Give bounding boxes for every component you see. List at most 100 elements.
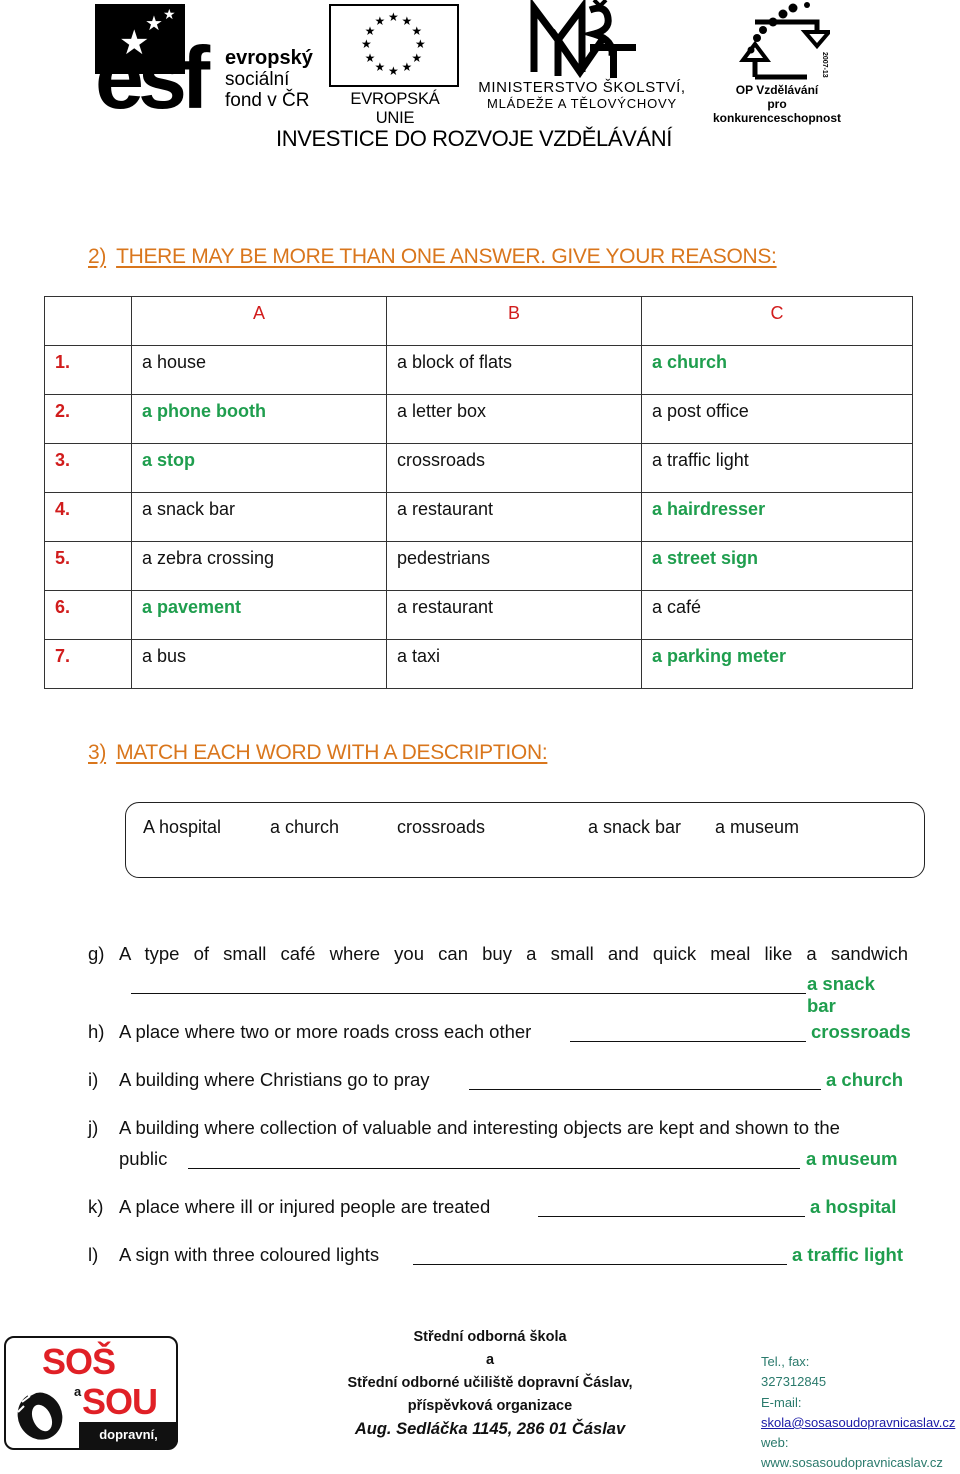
star-icon: ★ [177,3,186,14]
star-icon: ★ [401,60,413,75]
description-item-g: g) A type of small café where you can bu… [88,943,908,1016]
item-text: A building where collection of valuable … [119,1117,840,1138]
item-text: A sign with three coloured lights [119,1244,380,1265]
row-number: 3. [44,443,132,493]
table-row: 4. a snack bar a restaurant a hairdresser [44,492,913,542]
table-row: 6. a pavement a restaurant a café [44,590,913,640]
school-address: Aug. Sedláčka 1145, 286 01 Čáslav [354,1420,626,1438]
esf-logo-text: evropský sociální fond v ČR [225,48,313,112]
esf-line-2: sociální [225,69,290,90]
table-row: 3. a stop crossroads a traffic light [44,443,913,493]
tel-label: Tel., fax: [761,1354,810,1369]
word-bank: A hospital a church crossroads a snack b… [125,802,925,878]
tel-value: 327312845 [761,1374,827,1390]
section-2-title: THERE MAY BE MORE THAN ONE ANSWER. GIVE … [116,245,777,268]
web-label: web: [761,1435,789,1451]
table-row: 2. a phone booth a letter box a post office [44,394,913,444]
item-answer: a hospital [810,1196,897,1217]
answer-blank[interactable] [538,1198,805,1217]
item-answer: a church [826,1069,904,1090]
option-cell: crossroads [386,443,642,493]
section-2-heading: 2) THERE MAY BE MORE THAN ONE ANSWER. GIV… [88,245,777,269]
item-label: g) [88,943,105,964]
header-cell-empty [44,296,132,346]
answer-blank[interactable] [570,1023,806,1042]
item-text: A place where ill or injured people are … [119,1196,491,1217]
school-info: Střední odborná škola a Střední odborné … [340,1326,640,1441]
item-label: h) [88,1021,105,1042]
row-number: 6. [44,590,132,640]
msmt-logo [530,0,636,79]
answer-blank[interactable] [413,1246,787,1265]
esf-logo: ★ ★ ★ ★ esf [95,3,213,122]
star-icon: ★ [388,64,399,78]
op-year: 2007-13 [821,52,828,78]
esf-line-3: fond v ČR [225,90,310,111]
item-answer: a museum [806,1148,898,1169]
option-cell: a zebra crossing [131,541,387,591]
section-3-title: MATCH EACH WORD WITH A DESCRIPTION: [116,741,548,764]
option-cell: a restaurant [386,492,642,542]
item-answer: a traffic light [792,1244,904,1265]
tire-icon [17,1390,63,1440]
description-item-k: k) A place where ill or injured people a… [88,1196,908,1226]
item-label: l) [88,1244,99,1265]
item-text: A type of small café where you can buy a… [119,943,908,964]
answer-blank[interactable] [188,1150,800,1169]
option-cell: a restaurant [386,590,642,640]
school-logo-subtitle: dopravní, Čáslav [79,1422,178,1468]
item-label: k) [88,1196,104,1217]
description-item-l: l) A sign with three coloured lights a t… [88,1244,908,1274]
row-number: 2. [44,394,132,444]
section-2-number: 2) [88,245,107,268]
msmt-label: MINISTERSTVO ŠKOLSTVÍ, MLÁDEŽE A TĚLOVÝC… [466,80,698,112]
option-cell: a taxi [386,639,642,689]
description-item-h: h) A place where two or more roads cross… [88,1021,911,1051]
table-row: 7. a bus a taxi a parking meter [44,639,913,689]
option-cell: a snack bar [131,492,387,542]
table-row: 5. a zebra crossing pedestrians a street si… [44,541,913,591]
answer-cell: a street sign [641,541,913,591]
row-number: 7. [44,639,132,689]
op-vzdelavani-logo: 2007-13 [739,2,830,80]
option-cell: a traffic light [641,443,913,493]
school-name-line-1: Střední odborná škola [413,1329,567,1345]
star-icon: ★ [374,13,386,28]
table-row: 1. a house a block of flats a church [44,345,913,395]
answer-blank[interactable] [469,1071,821,1090]
answer-blank[interactable] [131,975,806,994]
eu-label: EVROPSKÁ UNIE [350,90,440,127]
word-bank-item: a museum [715,817,800,837]
star-icon: ★ [411,23,423,38]
description-item-j: j) A building where collection of valuab… [88,1117,908,1177]
column-header: B [386,296,642,346]
option-cell: a post office [641,394,913,444]
msmt-line-2: MLÁDEŽE A TĚLOVÝCHOVY [487,96,677,111]
row-number: 5. [44,541,132,591]
word-bank-item: a snack bar [588,817,682,837]
school-logo-sou: SOU [82,1381,158,1422]
section-3-number: 3) [88,741,107,764]
item-text: A building where Christians go to pray [119,1069,430,1090]
option-cell: a café [641,590,913,640]
item-text-continued: public [119,1148,168,1169]
word-bank-item: A hospital [143,817,222,837]
contact-info: Tel., fax: 327312845 E-mail: skola@sosas… [761,1352,955,1474]
option-cell: a letter box [386,394,642,444]
option-cell: a bus [131,639,387,689]
item-answer: a snack bar [807,973,875,1016]
answer-cell: a phone booth [131,394,387,444]
row-number: 4. [44,492,132,542]
school-name-line-4: příspěvková organizace [407,1398,573,1414]
email-link[interactable]: skola@sosasoudopravnicaslav.cz [761,1413,955,1433]
school-name-line-3: Střední odborné učiliště dopravní Čáslav… [347,1375,633,1391]
msmt-t-stem [610,44,617,78]
op-line-2: pro konkurenceschopnost [712,97,842,125]
web-value: www.sosasoudopravnicaslav.cz [761,1455,943,1471]
star-icon: ★ [361,37,372,51]
option-cell: a house [131,345,387,395]
choices-table: A B C 1. a house a block of flats a church 2… [44,296,913,689]
column-header: A [131,296,387,346]
star-icon: ★ [163,6,176,22]
section-3-heading: 3) MATCH EACH WORD WITH A DESCRIPTION: [88,741,548,765]
